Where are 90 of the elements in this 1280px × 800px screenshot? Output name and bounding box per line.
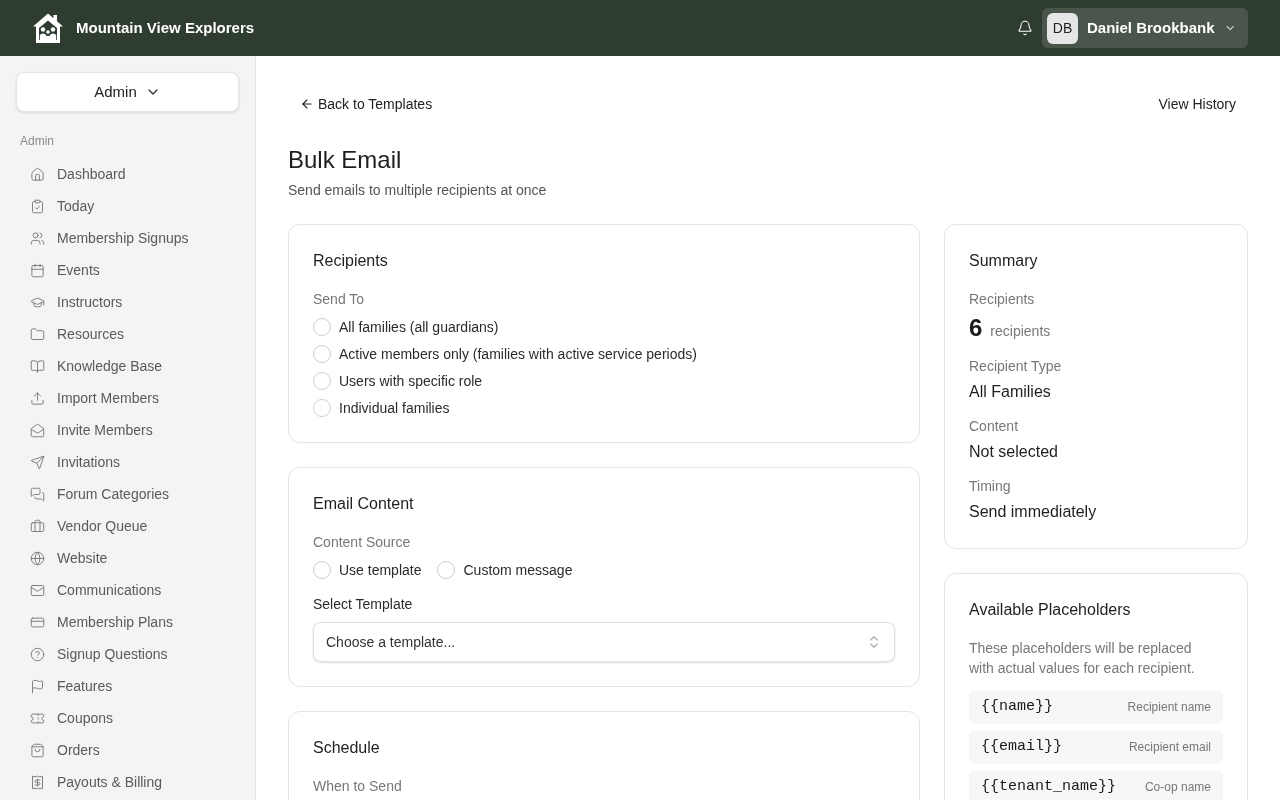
nav-item[interactable]: Website <box>16 542 239 574</box>
notifications-bell-icon[interactable] <box>1017 20 1033 36</box>
nav-item[interactable]: Instructors <box>16 286 239 318</box>
field-label: Content Source <box>313 533 412 552</box>
nav-item[interactable]: Knowledge Base <box>16 350 239 382</box>
template-select[interactable]: Choose a template... <box>313 622 895 662</box>
upload-icon <box>30 390 45 406</box>
nav-item[interactable]: Today <box>16 190 239 222</box>
summary-label: Content <box>969 417 1020 436</box>
card-icon <box>30 614 45 630</box>
card-title: Available Placeholders <box>969 600 1132 620</box>
placeholder-description: Co-op name <box>1144 779 1211 795</box>
clipboard-check-icon <box>30 198 45 214</box>
nav-item[interactable]: Import Members <box>16 382 239 414</box>
nav-item[interactable]: Communications <box>16 574 239 606</box>
summary-value: Not selected <box>969 442 1059 462</box>
placeholder-token: {{email}} <box>981 737 1062 757</box>
nav-item[interactable]: Resources <box>16 318 239 350</box>
card-title: Recipients <box>313 251 389 271</box>
card-title: Summary <box>969 251 1039 271</box>
open-book-icon <box>30 358 45 374</box>
nav-item[interactable]: Invite Members <box>16 414 239 446</box>
nav-item[interactable]: Forum Categories <box>16 478 239 510</box>
help-icon <box>30 646 45 662</box>
people-icon <box>30 230 45 246</box>
shopping-bag-icon <box>30 742 45 758</box>
page-title: Bulk Email <box>288 145 403 175</box>
nav-item[interactable]: Membership Signups <box>16 222 239 254</box>
card-title: Schedule <box>313 738 381 758</box>
field-label: Send To <box>313 290 366 309</box>
user-avatar: DB <box>1047 12 1078 44</box>
section-label: Admin <box>19 133 55 149</box>
nav-item[interactable]: Dashboard <box>16 158 239 190</box>
user-menu-button[interactable]: DB Daniel Brookbank <box>1042 8 1248 48</box>
radio-button[interactable] <box>313 399 331 417</box>
radio-button[interactable] <box>437 561 456 579</box>
placeholder-description: Recipient email <box>1128 739 1211 755</box>
radio-button[interactable] <box>313 318 331 336</box>
summary-label: Recipient Type <box>969 357 1063 376</box>
placeholder-token: {{name}} <box>981 697 1053 717</box>
house-logo-icon <box>32 12 64 44</box>
field-label: When to Send <box>313 777 403 796</box>
ticket-icon <box>30 710 45 726</box>
summary-label: Recipients <box>969 290 1036 309</box>
placeholders-description: These placeholders will be replaced with actual values for each recipient. <box>969 639 1196 678</box>
recipient-count: 6 <box>969 313 983 343</box>
brand-name: Mountain View Explorers <box>76 17 255 38</box>
radio-button[interactable] <box>313 372 331 390</box>
nav-item[interactable]: Signup Questions <box>16 638 239 670</box>
history-link[interactable]: View History <box>1146 88 1248 120</box>
role-switcher[interactable]: Admin <box>16 72 239 112</box>
select-label: Select Template <box>313 595 414 614</box>
summary-value: Send immediately <box>969 502 1098 522</box>
radio-button[interactable] <box>313 345 331 363</box>
house-icon <box>30 166 45 182</box>
briefcase-icon <box>30 518 45 534</box>
radio-label[interactable]: Users with specific role <box>339 371 483 391</box>
radio-button[interactable] <box>313 561 331 579</box>
nav-item[interactable]: Orders <box>16 734 239 766</box>
page-subtitle: Send emails to multiple recipients at once <box>288 181 548 200</box>
card-title: Email Content <box>313 494 415 514</box>
calendar-icon <box>30 262 45 278</box>
folder-icon <box>30 326 45 342</box>
nav-item[interactable]: Features <box>16 670 239 702</box>
user-name: Daniel Brookbank <box>1087 17 1215 38</box>
summary-label: Timing <box>969 477 1012 496</box>
nav-item[interactable]: Payouts & Billing <box>16 766 239 798</box>
summary-value: All Families <box>969 382 1052 402</box>
nav-item[interactable]: Events <box>16 254 239 286</box>
open-envelope-icon <box>30 422 45 438</box>
receipt-icon <box>30 774 45 790</box>
placeholder-description: Recipient name <box>1127 699 1211 715</box>
radio-label[interactable]: Use template <box>339 560 422 580</box>
chat-bubbles-icon <box>30 486 45 502</box>
flag-icon <box>30 678 45 694</box>
graduation-cap-icon <box>30 294 45 310</box>
radio-label[interactable]: All families (all guardians) <box>339 317 499 337</box>
envelope-icon <box>30 582 45 598</box>
back-link[interactable]: Back to Templates <box>288 88 445 120</box>
nav-item[interactable]: Membership Plans <box>16 606 239 638</box>
globe-icon <box>30 550 45 566</box>
nav-item[interactable]: Invitations <box>16 446 239 478</box>
radio-label[interactable]: Individual families <box>339 398 450 418</box>
radio-label[interactable]: Active members only (families with active service periods) <box>339 344 697 364</box>
nav-item[interactable]: Vendor Queue <box>16 510 239 542</box>
placeholder-token: {{tenant_name}} <box>981 777 1117 797</box>
radio-label[interactable]: Custom message <box>463 560 573 580</box>
nav-item[interactable]: Coupons <box>16 702 239 734</box>
count-unit: recipients <box>990 322 1051 341</box>
paper-plane-icon <box>30 454 45 470</box>
